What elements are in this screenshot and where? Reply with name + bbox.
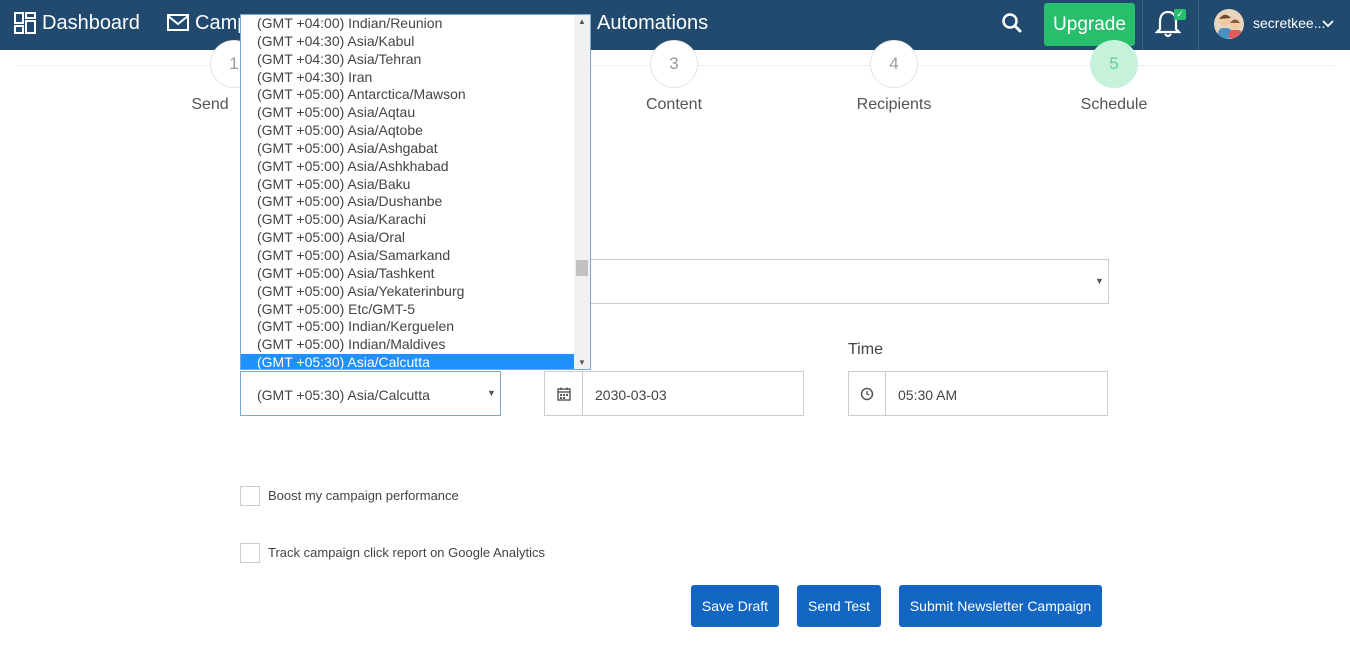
search-icon[interactable] [1001,12,1023,39]
timezone-option[interactable]: (GMT +05:00) Asia/Oral [241,229,574,247]
nav-automations-label: Automations [597,11,709,34]
chevron-down-icon: ▼ [487,388,496,398]
timezone-dropdown-list[interactable]: (GMT +04:00) Indian/Reunion (GMT +04:30) … [240,14,591,370]
nav-dashboard-label: Dashboard [42,11,140,34]
step-5-label: Schedule [1080,96,1148,113]
clock-icon [860,387,874,400]
timezone-select[interactable]: (GMT +05:30) Asia/Calcutta ▼ [240,371,501,416]
nav-campaigns[interactable]: Camp [167,0,248,46]
timezone-option[interactable]: (GMT +05:00) Asia/Dushanbe [241,193,574,211]
boost-label[interactable]: Boost my campaign performance [268,488,459,503]
timezone-option[interactable]: (GMT +05:00) Asia/Aqtau [241,104,574,122]
timezone-option[interactable]: (GMT +05:00) Asia/Tashkent [241,265,574,283]
mail-icon [167,14,189,31]
scroll-up-icon[interactable]: ▲ [578,17,586,26]
track-label[interactable]: Track campaign click report on Google An… [268,545,545,560]
calendar-addon [544,371,583,416]
timezone-option[interactable]: (GMT +04:30) Asia/Kabul [241,33,574,51]
chevron-down-icon: ▼ [1095,276,1104,286]
step-4-label: Recipients [856,96,932,113]
send-test-button[interactable]: Send Test [797,585,881,627]
navbar-divider [1142,0,1143,50]
timezone-option[interactable]: (GMT +04:30) Asia/Tehran [241,51,574,69]
time-input[interactable]: 05:30 AM [885,371,1108,416]
navbar-divider [1198,0,1199,50]
boost-checkbox[interactable] [240,486,260,506]
clock-addon [848,371,886,416]
track-checkbox[interactable] [240,543,260,563]
save-draft-button[interactable]: Save Draft [691,585,779,627]
chevron-down-icon[interactable] [1322,16,1334,34]
timezone-option[interactable]: (GMT +05:00) Asia/Baku [241,176,574,194]
schedule-type-select[interactable]: ▼ [560,259,1109,304]
timezone-option[interactable]: (GMT +04:30) Iran [241,69,574,87]
step-4-circle[interactable]: 4 [870,40,918,88]
timezone-option[interactable]: (GMT +05:00) Asia/Ashgabat [241,140,574,158]
date-input[interactable]: 2030-03-03 [582,371,804,416]
scrollbar-thumb[interactable] [576,260,588,276]
username[interactable]: secretkee... [1253,15,1325,31]
step-5-circle[interactable]: 5 [1090,40,1138,88]
avatar[interactable] [1214,9,1244,39]
nav-dashboard[interactable]: Dashboard [14,0,140,46]
notification-check-badge: ✓ [1174,9,1186,20]
scroll-down-icon[interactable]: ▼ [578,358,586,367]
timezone-option[interactable]: (GMT +04:00) Indian/Reunion [241,15,574,33]
step-3-circle[interactable]: 3 [650,40,698,88]
timezone-option[interactable]: (GMT +05:00) Etc/GMT-5 [241,301,574,319]
timezone-options: (GMT +04:00) Indian/Reunion (GMT +04:30) … [241,15,574,369]
date-input-value: 2030-03-03 [595,387,667,403]
submit-campaign-button[interactable]: Submit Newsletter Campaign [899,585,1102,627]
timezone-option[interactable]: (GMT +05:00) Asia/Karachi [241,211,574,229]
time-input-value: 05:30 AM [898,387,958,403]
timezone-option[interactable]: (GMT +05:00) Asia/Yekaterinburg [241,283,574,301]
dropdown-scrollbar[interactable]: ▲ ▼ [574,15,590,369]
timezone-option[interactable]: (GMT +05:00) Indian/Kerguelen [241,318,574,336]
dashboard-icon [14,12,36,34]
timezone-option[interactable]: (GMT +05:00) Asia/Aqtobe [241,122,574,140]
upgrade-button[interactable]: Upgrade [1044,3,1135,46]
calendar-icon [556,387,571,401]
step-3-label: Content [645,96,703,113]
time-label: Time [848,341,883,358]
timezone-option[interactable]: (GMT +05:30) Asia/Calcutta [241,354,574,369]
timezone-option[interactable]: (GMT +05:00) Asia/Samarkand [241,247,574,265]
timezone-option[interactable]: (GMT +05:00) Asia/Ashkhabad [241,158,574,176]
timezone-option[interactable]: (GMT +05:00) Antarctica/Mawson [241,86,574,104]
timezone-option[interactable]: (GMT +05:00) Indian/Maldives [241,336,574,354]
timezone-select-value: (GMT +05:30) Asia/Calcutta [257,387,430,403]
nav-automations[interactable]: Automations [597,0,708,46]
